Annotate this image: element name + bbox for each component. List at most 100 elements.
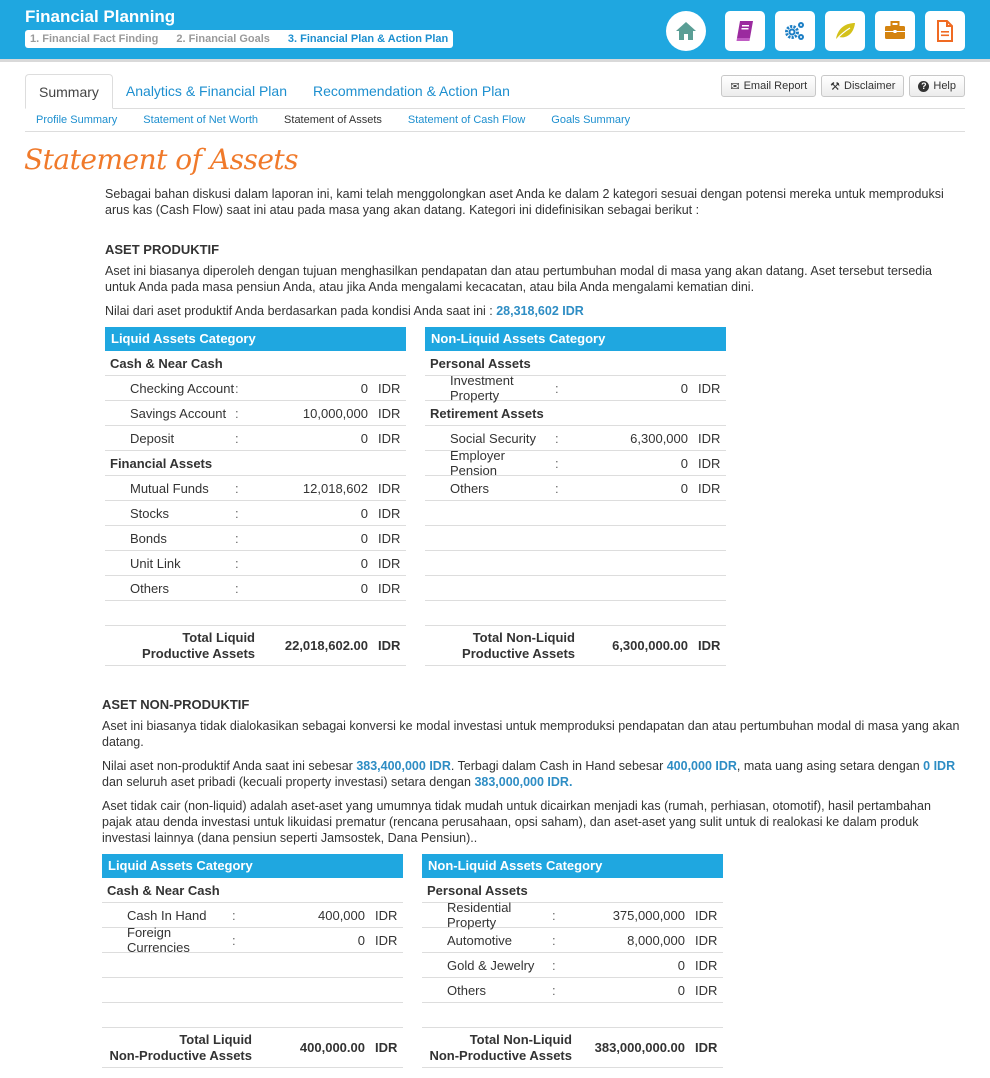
group-row: Retirement Assets [425, 401, 726, 426]
table-row: Employer Pension : 0 IDR [425, 448, 726, 478]
total-row: Total Liquid Non-Productive Assets 400,00… [102, 1028, 403, 1068]
table-row: Others : 0 IDR [105, 576, 406, 601]
separator: : [555, 430, 559, 446]
table-row: Investment Property : 0 IDR [425, 373, 726, 403]
row-currency: IDR [378, 380, 401, 396]
separator: : [555, 480, 559, 496]
email-report-button[interactable]: ✉ Email Report [721, 75, 817, 97]
separator: : [235, 480, 239, 496]
table-row: Gold & Jewelry : 0 IDR [422, 953, 723, 978]
empty-row [425, 526, 726, 551]
foreign-currency-value: 0 IDR [923, 759, 956, 773]
separator: : [555, 380, 559, 396]
row-label: Investment Property [450, 373, 514, 403]
total-label-line: Productive Assets [462, 645, 575, 661]
productive-nonliquid-table: Non-Liquid Assets Category Personal Asset… [425, 327, 726, 666]
row-label: Foreign Currencies [127, 925, 190, 955]
separator: : [552, 982, 556, 998]
step-fact-finding[interactable]: 1. Financial Fact Finding [30, 33, 158, 45]
report-button[interactable] [925, 11, 965, 51]
total-value: 22,018,602.00 [284, 638, 368, 653]
step-financial-goals[interactable]: 2. Financial Goals [176, 33, 270, 45]
total-label: Total Liquid Non-Productive Assets [102, 1032, 252, 1064]
row-value: 6,300,000 [630, 430, 688, 446]
toolbar: ✉ Email Report ⚒ Disclaimer ? Help [716, 75, 965, 97]
row-value: 400,000 [318, 907, 365, 923]
row-value: 0 [680, 455, 688, 471]
row-currency: IDR [695, 907, 718, 923]
gavel-icon: ⚒ [830, 80, 841, 93]
step-financial-plan[interactable]: 3. Financial Plan & Action Plan [288, 33, 448, 45]
empty-row [105, 601, 406, 626]
separator: : [235, 430, 239, 446]
tab-summary[interactable]: Summary [25, 74, 113, 109]
total-currency: IDR [698, 638, 721, 653]
row-value: 0 [357, 932, 365, 948]
row-value: 0 [360, 555, 368, 571]
leaf-button[interactable] [825, 11, 865, 51]
subtab-cash-flow[interactable]: Statement of Cash Flow [408, 114, 525, 126]
separator: : [552, 957, 556, 973]
subtab-goals-summary[interactable]: Goals Summary [551, 114, 630, 126]
row-label: Cash In Hand [127, 907, 207, 923]
briefcase-button[interactable] [875, 11, 915, 51]
row-value: 375,000,000 [612, 907, 685, 923]
tab-analytics[interactable]: Analytics & Financial Plan [113, 74, 300, 108]
total-label: Total Non-Liquid Non-Productive Assets [422, 1032, 572, 1064]
productive-description: Aset ini biasanya diperoleh dengan tujua… [105, 264, 932, 294]
total-label-line: Total Non-Liquid [469, 1031, 572, 1047]
total-label-line: Total Liquid [182, 629, 255, 645]
empty-row [425, 576, 726, 601]
productive-liquid-table: Liquid Assets Category Cash & Near Cash C… [105, 327, 406, 666]
table-header: Non-Liquid Assets Category [425, 327, 726, 351]
top-header: Financial Planning 1. Financial Fact Fin… [0, 0, 990, 62]
group-row: Cash & Near Cash [105, 351, 406, 376]
row-currency: IDR [378, 580, 401, 596]
document-icon [937, 20, 953, 42]
cash-in-hand-value: 400,000 IDR [666, 759, 737, 773]
subtab-net-worth[interactable]: Statement of Net Worth [143, 114, 258, 126]
intro-text: Sebagai bahan diskusi dalam laporan ini,… [105, 187, 944, 217]
tab-recommendation[interactable]: Recommendation & Action Plan [300, 74, 523, 108]
row-value: 8,000,000 [627, 932, 685, 948]
nonproductive-description: Aset ini biasanya tidak dialokasikan seb… [102, 719, 960, 749]
subtab-profile-summary[interactable]: Profile Summary [36, 114, 117, 126]
total-currency: IDR [375, 1040, 398, 1055]
row-currency: IDR [698, 430, 721, 446]
home-icon [676, 22, 696, 40]
separator: : [552, 932, 556, 948]
empty-row [422, 1003, 723, 1028]
row-label: Residential Property [447, 900, 512, 930]
empty-row [102, 978, 403, 1003]
book-button[interactable] [725, 11, 765, 51]
row-label: Checking Account [130, 380, 235, 396]
question-circle-icon: ? [918, 80, 930, 92]
separator: : [235, 505, 239, 521]
row-value: 10,000,000 [302, 405, 368, 421]
row-currency: IDR [695, 982, 718, 998]
help-label: Help [933, 80, 956, 92]
productive-heading: ASET PRODUKTIF [105, 242, 220, 257]
text-part: Nilai aset non-produktif Anda saat ini s… [102, 759, 357, 773]
disclaimer-button[interactable]: ⚒ Disclaimer [821, 75, 905, 97]
settings-button[interactable] [775, 11, 815, 51]
home-button[interactable] [666, 11, 706, 51]
row-currency: IDR [378, 530, 401, 546]
separator: : [232, 932, 236, 948]
row-label: Social Security [450, 430, 536, 446]
table-row: Bonds : 0 IDR [105, 526, 406, 551]
help-button[interactable]: ? Help [909, 75, 965, 97]
separator: : [235, 555, 239, 571]
total-row: Total Non-Liquid Productive Assets 6,300,… [425, 626, 726, 666]
row-currency: IDR [375, 932, 398, 948]
productive-value-line: Nilai dari aset produktif Anda berdasark… [105, 303, 584, 319]
row-currency: IDR [695, 932, 718, 948]
table-row: Checking Account : 0 IDR [105, 376, 406, 401]
group-row: Financial Assets [105, 451, 406, 476]
row-currency: IDR [378, 480, 401, 496]
subtab-statement-of-assets[interactable]: Statement of Assets [284, 114, 382, 126]
empty-row [425, 501, 726, 526]
nonproductive-heading: ASET NON-PRODUKTIF [102, 697, 250, 712]
row-currency: IDR [698, 380, 721, 396]
empty-row [102, 1003, 403, 1028]
